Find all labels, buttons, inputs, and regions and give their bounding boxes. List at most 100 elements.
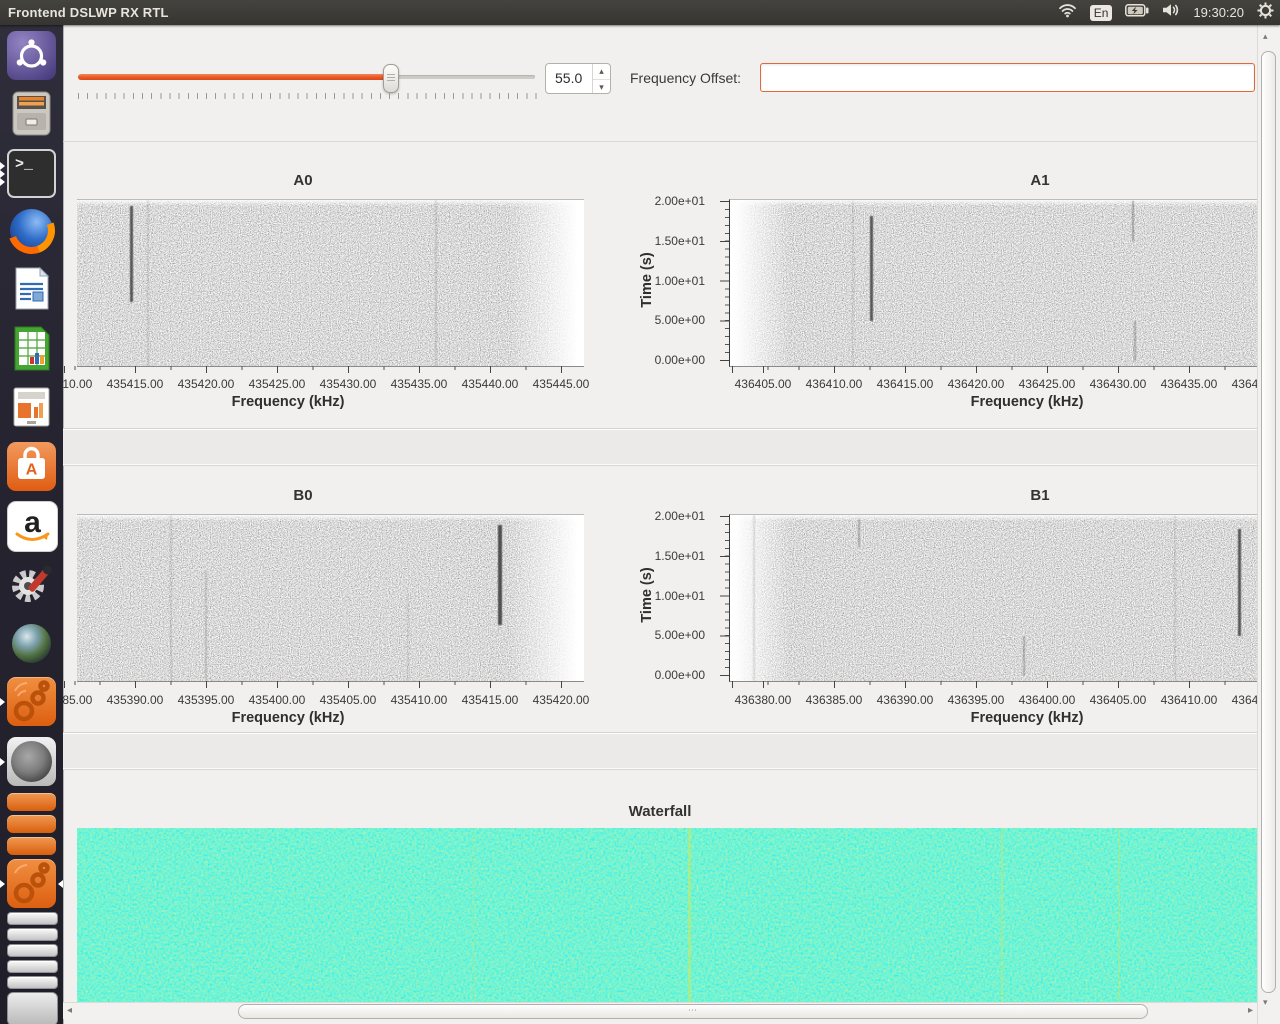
stacked-window-icon[interactable]	[7, 992, 58, 1024]
a1-x-tick-labels: 436405.00 436410.00 436415.00 436420.00 4364…	[63, 377, 1280, 391]
signal-trace	[130, 206, 133, 302]
stacked-window-tab[interactable]	[7, 944, 58, 957]
stacked-window-tab[interactable]	[7, 960, 58, 973]
stacked-window-tab[interactable]	[7, 976, 58, 989]
desktop: Frontend DSLWP RX RTL En 19:30:20	[0, 0, 1280, 1024]
frequency-offset-input[interactable]	[760, 63, 1255, 92]
a1-y-ticks	[719, 199, 729, 365]
gain-value: 55.0	[555, 70, 582, 86]
keyboard-indicator[interactable]: En	[1090, 5, 1113, 21]
tick-label: 5.00e+00	[655, 313, 705, 327]
stacked-window-tab[interactable]	[7, 793, 56, 811]
plot-b0-title: B0	[63, 487, 543, 504]
wifi-icon[interactable]	[1058, 3, 1077, 23]
stacked-window-tab[interactable]	[7, 928, 58, 941]
ubuntu-software-icon: A	[7, 442, 56, 491]
signal-trace	[753, 515, 755, 681]
signal-trace	[1132, 201, 1134, 241]
gnuradio-icon	[7, 677, 56, 726]
plot-b1-title: B1	[800, 487, 1280, 504]
clock[interactable]: 19:30:20	[1193, 5, 1244, 20]
signal-trace	[147, 200, 149, 366]
horizontal-scrollbar-thumb[interactable]: ⋯	[238, 1004, 1148, 1019]
amazon-icon: a	[7, 501, 58, 552]
tick-label: 1.50e+01	[655, 549, 705, 563]
scroll-down-arrow[interactable]: ▾	[1263, 997, 1268, 1008]
tick-label: 436410.00	[1161, 693, 1218, 707]
signal-trace	[435, 200, 437, 366]
tick-label: 2.00e+01	[655, 194, 705, 208]
battery-icon[interactable]	[1125, 4, 1149, 22]
spin-down-button[interactable]: ▾	[593, 79, 610, 94]
b0-x-axis-label: Frequency (kHz)	[63, 710, 513, 726]
libreoffice-writer-icon	[7, 264, 56, 313]
signal-trace	[858, 519, 860, 547]
waterfall-signal	[688, 828, 691, 1004]
stacked-window-tab[interactable]	[7, 912, 58, 925]
waterfall-canvas	[77, 828, 1257, 1004]
gain-spinbox[interactable]: 55.0 ▴ ▾	[545, 63, 611, 94]
pane-splitter[interactable]	[63, 733, 1280, 769]
signal-trace	[1134, 321, 1136, 361]
plot-b0-canvas	[77, 514, 584, 682]
tick-label: 436385.00	[806, 693, 863, 707]
signal-trace	[498, 525, 502, 625]
svg-text:A: A	[26, 462, 38, 479]
tick-label: 436405.00	[1090, 693, 1147, 707]
tick-label: 436410.00	[806, 377, 863, 391]
frequency-offset-label: Frequency Offset:	[630, 70, 741, 86]
gnuradio-icon	[7, 859, 56, 908]
ubuntu-dash-icon	[7, 31, 56, 80]
tick-label: 436390.00	[877, 693, 934, 707]
gain-slider-handle[interactable]	[383, 64, 399, 93]
b1-y-tick-labels: 2.00e+011.50e+011.00e+015.00e+000.00e+00	[623, 514, 711, 680]
scroll-right-arrow[interactable]: ▸	[1248, 1005, 1253, 1016]
signal-trace	[407, 595, 409, 681]
tick-label: 2.00e+01	[655, 509, 705, 523]
spin-up-button[interactable]: ▴	[593, 64, 610, 78]
tick-label: 436400.00	[1019, 693, 1076, 707]
tick-label: 0.00e+00	[655, 668, 705, 682]
vertical-scrollbar[interactable]: ▴ ▾	[1257, 25, 1280, 1024]
libreoffice-calc-icon	[7, 324, 56, 373]
moon-image-icon	[7, 737, 56, 786]
stacked-window-tab[interactable]	[7, 815, 56, 833]
signal-trace	[1238, 529, 1241, 636]
system-settings-icon	[7, 560, 56, 609]
volume-icon[interactable]	[1162, 3, 1180, 22]
tick-label: 436405.00	[735, 377, 792, 391]
waterfall-signal	[473, 828, 475, 1004]
terminal-icon: >_	[7, 149, 56, 198]
tick-label: 436420.00	[948, 377, 1005, 391]
scroll-left-arrow[interactable]: ◂	[67, 1005, 72, 1016]
pane-splitter[interactable]	[63, 429, 1280, 465]
frontend-dslwp-window: 55.0 ▴ ▾ Frequency Offset: A0 435410.004…	[63, 25, 1280, 1024]
signal-trace	[870, 216, 873, 321]
plot-a0-title: A0	[63, 172, 543, 189]
tick-label: 436395.00	[948, 693, 1005, 707]
signal-trace	[1023, 636, 1025, 676]
vertical-scrollbar-thumb[interactable]	[1261, 51, 1276, 993]
stacked-window-tab[interactable]	[7, 837, 56, 855]
tick-label: 436430.00	[1090, 377, 1147, 391]
signal-trace	[205, 571, 207, 681]
top-panel: Frontend DSLWP RX RTL En 19:30:20	[0, 0, 1280, 25]
libreoffice-impress-icon	[7, 383, 56, 432]
firefox-icon	[7, 206, 56, 255]
tick-label: 5.00e+00	[655, 628, 705, 642]
scrollbar-grip: ⋯	[688, 1005, 698, 1016]
a1-y-tick-labels: 2.00e+011.50e+011.00e+015.00e+000.00e+00	[623, 199, 711, 365]
signal-trace	[1174, 515, 1176, 681]
session-gear-icon[interactable]	[1257, 2, 1274, 24]
indicator-tray: En 19:30:20	[1058, 0, 1274, 25]
signal-trace	[170, 515, 172, 681]
tick-label: 436415.00	[877, 377, 934, 391]
horizontal-scrollbar[interactable]: ◂ ⋯ ▸	[63, 1002, 1257, 1019]
tick-label: 0.00e+00	[655, 353, 705, 367]
scroll-up-arrow[interactable]: ▴	[1263, 31, 1268, 42]
globe-icon	[7, 619, 56, 668]
waterfall-signal	[1001, 828, 1003, 1004]
b1-x-tick-labels: 436380.00436385.00436390.00436395.004364…	[63, 693, 1280, 707]
plot-a0-canvas	[77, 199, 584, 367]
b1-x-axis-label: Frequency (kHz)	[787, 710, 1267, 726]
